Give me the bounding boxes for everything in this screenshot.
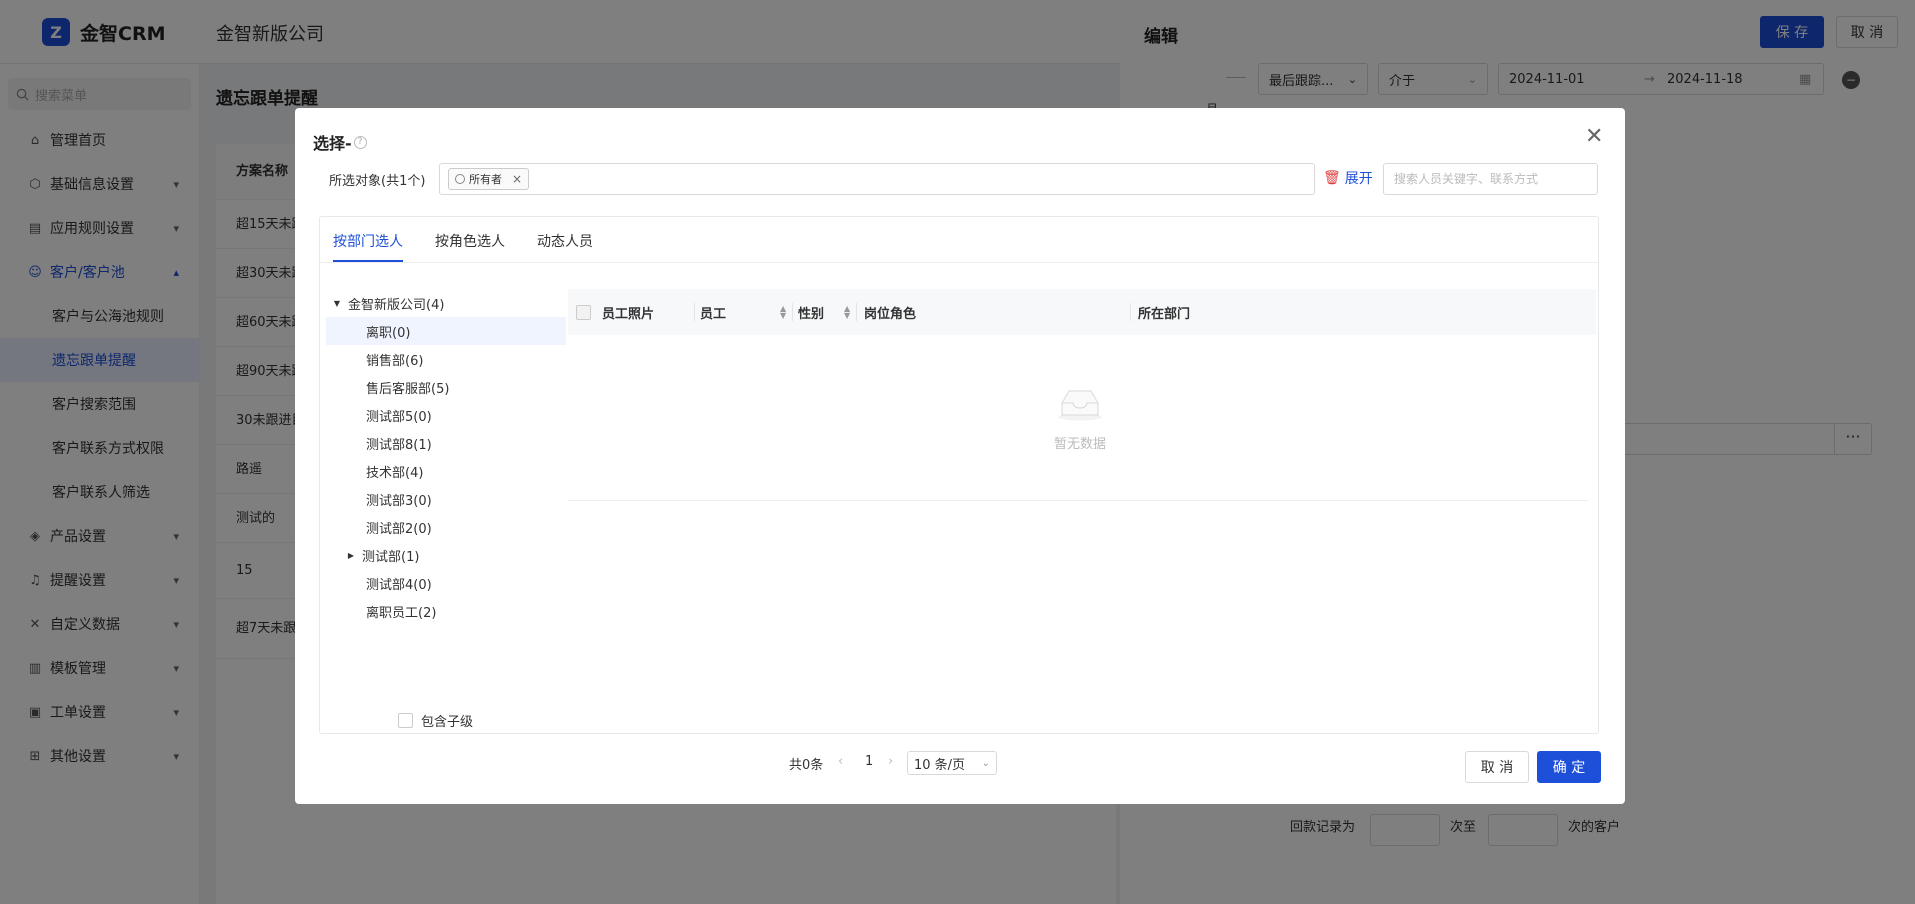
column-divider bbox=[792, 303, 793, 321]
next-page-icon[interactable]: › bbox=[888, 754, 893, 769]
remove-tag-icon[interactable]: × bbox=[512, 172, 522, 186]
tree-node-label: 金智新版公司(4) bbox=[348, 297, 445, 313]
selector-panel: 按部门选人 按角色选人 动态人员 ▼ 金智新版公司(4) 离职(0) 销售部(6)… bbox=[319, 216, 1599, 734]
chevron-down-icon: ⌄ bbox=[981, 757, 990, 769]
selected-objects-label: 所选对象(共1个) bbox=[329, 174, 426, 189]
tree-node-label: 测试部8(1) bbox=[366, 437, 432, 453]
tree-node-label: 测试部5(0) bbox=[366, 409, 432, 425]
tree-node[interactable]: 测试部5(0) bbox=[326, 401, 566, 429]
column-header-employee[interactable]: 员工 bbox=[700, 289, 726, 335]
page-size-select[interactable]: 10 条/页 ⌄ bbox=[907, 751, 997, 775]
tree-node[interactable]: 离职(0) bbox=[326, 317, 566, 345]
caret-down-icon[interactable]: ▼ bbox=[330, 299, 344, 308]
column-divider bbox=[694, 303, 695, 321]
trash-icon[interactable]: 🗑 bbox=[1323, 170, 1341, 186]
tree-node-label: 测试部4(0) bbox=[366, 577, 432, 593]
tree-node-label: 售后客服部(5) bbox=[366, 381, 450, 397]
tab-by-role[interactable]: 按角色选人 bbox=[435, 231, 505, 251]
person-icon bbox=[455, 174, 465, 184]
column-divider bbox=[1130, 303, 1131, 321]
selected-objects-box[interactable]: 所有者 × bbox=[439, 163, 1315, 195]
include-children-option[interactable]: 包含子级 bbox=[398, 711, 473, 730]
tree-node-label: 测试部2(0) bbox=[366, 521, 432, 537]
tree-node[interactable]: 技术部(4) bbox=[326, 457, 566, 485]
expand-button[interactable]: 🗑 展开 bbox=[1323, 168, 1373, 188]
tree-node-label: 测试部3(0) bbox=[366, 493, 432, 509]
column-header-role: 岗位角色 bbox=[864, 306, 917, 322]
tab-bar: 按部门选人 按角色选人 动态人员 bbox=[320, 217, 1598, 263]
caret-right-icon[interactable]: ▶ bbox=[344, 551, 358, 560]
tree-node[interactable]: 测试部3(0) bbox=[326, 485, 566, 513]
modal-ok-button[interactable]: 确 定 bbox=[1537, 751, 1601, 783]
tree-node-label: 销售部(6) bbox=[366, 353, 424, 369]
department-tree: ▼ 金智新版公司(4) 离职(0) 销售部(6) 售后客服部(5) 测试部5(0)… bbox=[326, 289, 566, 625]
tab-dynamic-people[interactable]: 动态人员 bbox=[537, 231, 593, 251]
tree-node[interactable]: 售后客服部(5) bbox=[326, 373, 566, 401]
page-number[interactable]: 1 bbox=[865, 754, 873, 769]
tree-node[interactable]: 离职员工(2) bbox=[326, 597, 566, 625]
select-all-checkbox[interactable] bbox=[576, 304, 591, 320]
selected-tag: 所有者 × bbox=[448, 168, 530, 190]
tree-node-label: 离职(0) bbox=[366, 325, 411, 341]
column-header-employee-label: 员工 bbox=[700, 306, 727, 322]
close-icon[interactable]: ✕ bbox=[1585, 124, 1603, 149]
tree-node[interactable]: ▶ 测试部(1) bbox=[326, 541, 566, 569]
column-header-department: 所在部门 bbox=[1138, 306, 1191, 322]
select-modal: 选择- ? ✕ 所选对象(共1个) 所有者 × 🗑 展开 按部门选人 按角色选人… bbox=[295, 108, 1625, 804]
table-header: 员工照片 员工 ▲ ▼ 性别 ▲ ▼ 岗位角色 所在部门 bbox=[568, 289, 1596, 335]
page-size-value: 10 条/页 bbox=[914, 757, 966, 773]
tree-node-label: 离职员工(2) bbox=[366, 605, 437, 621]
tree-node[interactable]: 销售部(6) bbox=[326, 345, 566, 373]
sort-icon[interactable]: ▲ ▼ bbox=[838, 289, 850, 335]
column-header-gender[interactable]: 性别 bbox=[798, 289, 824, 335]
modal-cancel-button[interactable]: 取 消 bbox=[1465, 751, 1529, 783]
employee-table: 员工照片 员工 ▲ ▼ 性别 ▲ ▼ 岗位角色 所在部门 暂无数据 bbox=[568, 289, 1596, 501]
expand-label: 展开 bbox=[1344, 171, 1373, 187]
tree-node-label: 测试部(1) bbox=[362, 549, 420, 565]
empty-box-icon bbox=[1058, 390, 1102, 421]
include-children-checkbox[interactable] bbox=[398, 713, 413, 728]
modal-title-text: 选择- bbox=[313, 134, 352, 153]
column-divider bbox=[856, 303, 857, 321]
select-all-checkbox-cell[interactable] bbox=[576, 289, 591, 335]
tab-by-department[interactable]: 按部门选人 bbox=[333, 231, 403, 251]
tree-node[interactable]: 测试部4(0) bbox=[326, 569, 566, 597]
empty-state: 暂无数据 bbox=[568, 335, 1588, 501]
modal-title: 选择- ? bbox=[313, 130, 367, 154]
tab-active-indicator bbox=[333, 260, 403, 262]
sort-icon[interactable]: ▲ ▼ bbox=[774, 289, 786, 335]
column-header-photo: 员工照片 bbox=[602, 306, 655, 322]
tree-node-root[interactable]: ▼ 金智新版公司(4) bbox=[326, 289, 566, 317]
selected-tag-label: 所有者 bbox=[469, 173, 502, 186]
tree-node[interactable]: 测试部8(1) bbox=[326, 429, 566, 457]
prev-page-icon[interactable]: ‹ bbox=[838, 754, 843, 769]
tree-node[interactable]: 测试部2(0) bbox=[326, 513, 566, 541]
empty-text: 暂无数据 bbox=[1054, 437, 1107, 452]
column-header-gender-label: 性别 bbox=[798, 306, 825, 322]
include-children-label: 包含子级 bbox=[421, 715, 474, 730]
help-icon[interactable]: ? bbox=[353, 135, 367, 149]
person-search-input[interactable] bbox=[1383, 163, 1598, 195]
pagination-total: 共0条 bbox=[789, 758, 824, 773]
tree-node-label: 技术部(4) bbox=[366, 465, 424, 481]
